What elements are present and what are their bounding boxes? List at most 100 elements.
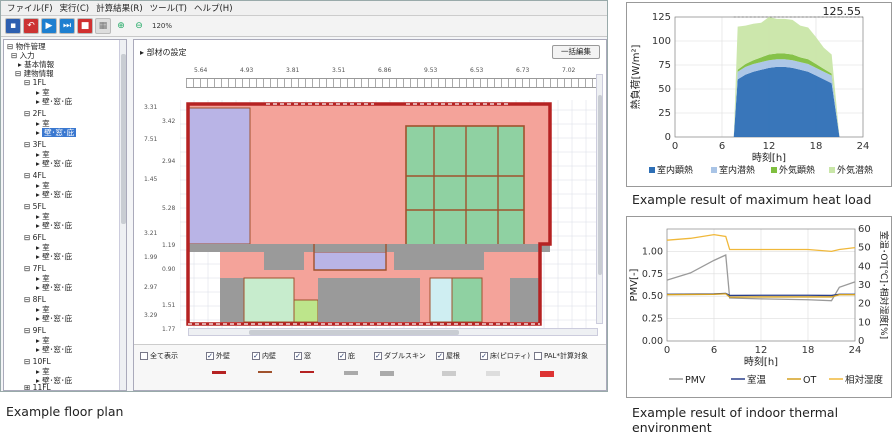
- room-green[interactable]: [405, 125, 525, 247]
- grid-icon[interactable]: ▦: [95, 18, 111, 34]
- tree-item-wall[interactable]: ▸ 壁･窓･庇: [36, 252, 72, 261]
- zoom-in-icon[interactable]: ⊕: [113, 18, 129, 34]
- legend-toggle[interactable]: ✓ ダブルスキン: [374, 351, 426, 361]
- tree-floor-10[interactable]: ⊟ 10FL: [24, 357, 51, 366]
- save-icon[interactable]: ▪: [5, 18, 21, 34]
- y-tick-label: 75: [658, 60, 671, 71]
- legend-toggle[interactable]: ✓ 屋根: [436, 351, 460, 361]
- left-dimension: 2.94: [162, 158, 176, 165]
- checkbox[interactable]: ✓: [338, 352, 346, 360]
- legend-toggle[interactable]: ✓ 庇: [338, 351, 355, 361]
- left-dimension: 7.51: [144, 136, 158, 143]
- x-tick-label: 24: [857, 141, 870, 152]
- legend-toggle[interactable]: 全て表示: [140, 351, 178, 361]
- tree-item-wall[interactable]: ▸ 壁･窓･庇: [36, 128, 77, 137]
- menu-run[interactable]: 実行(C): [60, 2, 90, 14]
- left-dimension: 1.19: [162, 242, 176, 249]
- tree-item-wall[interactable]: ▸ 壁･窓･庇: [36, 283, 72, 292]
- tree-item-room[interactable]: ▸ 室: [36, 274, 50, 283]
- left-dimension: 3.21: [144, 230, 158, 237]
- tree-item-room[interactable]: ▸ 室: [36, 181, 50, 190]
- tree-floor-8[interactable]: ⊟ 8FL: [24, 295, 46, 304]
- undo-icon[interactable]: ↶: [23, 18, 39, 34]
- checkbox[interactable]: ✓: [206, 352, 214, 360]
- run-icon[interactable]: ▶: [41, 18, 57, 34]
- tree-scrollbar[interactable]: [119, 40, 126, 390]
- y-tick-label: 0.00: [642, 336, 663, 347]
- checkbox[interactable]: ✓: [480, 352, 488, 360]
- menu-file[interactable]: ファイル(F): [7, 2, 53, 14]
- checkbox[interactable]: [140, 352, 148, 360]
- left-dimension: 1.45: [144, 176, 158, 183]
- tree-floor-1[interactable]: ⊟ 1FL: [24, 78, 46, 87]
- menu-results[interactable]: 計算結果(R): [96, 2, 143, 14]
- tree-floor-2[interactable]: ⊟ 2FL: [24, 109, 46, 118]
- tree-item-room[interactable]: ▸ 室: [36, 367, 50, 376]
- tree-item-room[interactable]: ▸ 室: [36, 336, 50, 345]
- top-dimension: 9.53: [424, 67, 438, 74]
- tree-floor-4[interactable]: ⊟ 4FL: [24, 171, 46, 180]
- canvas-hscrollbar[interactable]: [188, 328, 598, 336]
- y-right-tick-label: 40: [858, 261, 871, 272]
- checkbox[interactable]: ✓: [436, 352, 444, 360]
- checkbox[interactable]: ✓: [252, 352, 260, 360]
- legend-label: 内壁: [262, 352, 276, 360]
- tree-floor-5[interactable]: ⊟ 5FL: [24, 202, 46, 211]
- tree-item-wall[interactable]: ▸ 壁･窓･庇: [36, 221, 72, 230]
- peak-annotation: 125.55: [823, 5, 862, 18]
- x-tick-label: 24: [849, 345, 862, 356]
- top-dimension: 7.02: [562, 67, 576, 74]
- stop-icon[interactable]: ■: [77, 18, 93, 34]
- thermal-panel: 0.00 0.25 0.50 0.75 1.00 0 10 20 30 40 50 60 0 6 12 18 2…: [626, 216, 892, 398]
- legend-toggle[interactable]: ✓ 外壁: [206, 351, 230, 361]
- tree-item-room[interactable]: ▸ 室: [36, 119, 50, 128]
- tree-item-room[interactable]: ▸ 室: [36, 305, 50, 314]
- x-axis-label: 時刻[h]: [752, 151, 786, 164]
- legend-toggle[interactable]: PAL*計算対象: [534, 351, 588, 361]
- legend-swatch: [829, 167, 835, 173]
- legend-toggle[interactable]: ✓ 内壁: [252, 351, 276, 361]
- run-all-icon[interactable]: ⏭: [59, 18, 75, 34]
- tree-item-wall[interactable]: ▸ 壁･窓･庇: [36, 314, 72, 323]
- legend-toggle[interactable]: ✓ 窓: [294, 351, 311, 361]
- tree-floor-7[interactable]: ⊟ 7FL: [24, 264, 46, 273]
- menu-tools[interactable]: ツール(T): [150, 2, 187, 14]
- bulk-edit-button[interactable]: 一括編集: [552, 45, 600, 59]
- y-tick-label: 25: [658, 108, 671, 119]
- tree-floor-3[interactable]: ⊟ 3FL: [24, 140, 46, 149]
- tree-item-room[interactable]: ▸ 室: [36, 88, 50, 97]
- tree-floor-9[interactable]: ⊟ 9FL: [24, 326, 46, 335]
- tree-item-basic[interactable]: ▸ 基本情報: [18, 60, 54, 69]
- y-right-tick-label: 50: [858, 243, 871, 254]
- legend-toggle[interactable]: ✓ 床(ピロティ): [480, 351, 530, 361]
- tree-item-11fl[interactable]: ⊞ 11FL: [24, 383, 51, 390]
- tree-floor-6[interactable]: ⊟ 6FL: [24, 233, 46, 242]
- floor-plan-canvas[interactable]: [180, 100, 600, 328]
- x-tick-label: 6: [711, 345, 717, 356]
- left-dimension: 5.28: [162, 205, 176, 212]
- checkbox[interactable]: ✓: [374, 352, 382, 360]
- room-purple[interactable]: [187, 107, 251, 245]
- left-dimension: 1.99: [144, 254, 158, 261]
- top-dimension: 3.81: [286, 67, 300, 74]
- tree-item-building[interactable]: ⊟ 建物情報: [15, 69, 54, 78]
- tree-item-root[interactable]: ⊟ 物件管理: [7, 42, 46, 51]
- menu-help[interactable]: ヘルプ(H): [194, 2, 233, 14]
- tree-item-wall[interactable]: ▸ 壁･窓･庇: [36, 97, 72, 106]
- checkbox[interactable]: [534, 352, 542, 360]
- legend-label: 外壁: [216, 352, 230, 360]
- tree-item-input[interactable]: ⊟ 入力: [11, 51, 35, 60]
- legend-entry: 外気潜熱: [837, 164, 873, 176]
- tree-item-wall[interactable]: ▸ 壁･窓･庇: [36, 190, 72, 199]
- left-dimension: 1.77: [162, 326, 176, 333]
- tree-item-wall[interactable]: ▸ 壁･窓･庇: [36, 159, 72, 168]
- tree-item-wall[interactable]: ▸ 壁･窓･庇: [36, 345, 72, 354]
- zoom-out-icon[interactable]: ⊖: [131, 18, 147, 34]
- tree-item-room[interactable]: ▸ 室: [36, 212, 50, 221]
- canvas-vscrollbar[interactable]: [596, 74, 603, 324]
- x-tick-label: 0: [672, 141, 678, 152]
- tree-item-room[interactable]: ▸ 室: [36, 243, 50, 252]
- checkbox[interactable]: ✓: [294, 352, 302, 360]
- y-tick-label: 1.00: [642, 246, 663, 257]
- tree-item-room[interactable]: ▸ 室: [36, 150, 50, 159]
